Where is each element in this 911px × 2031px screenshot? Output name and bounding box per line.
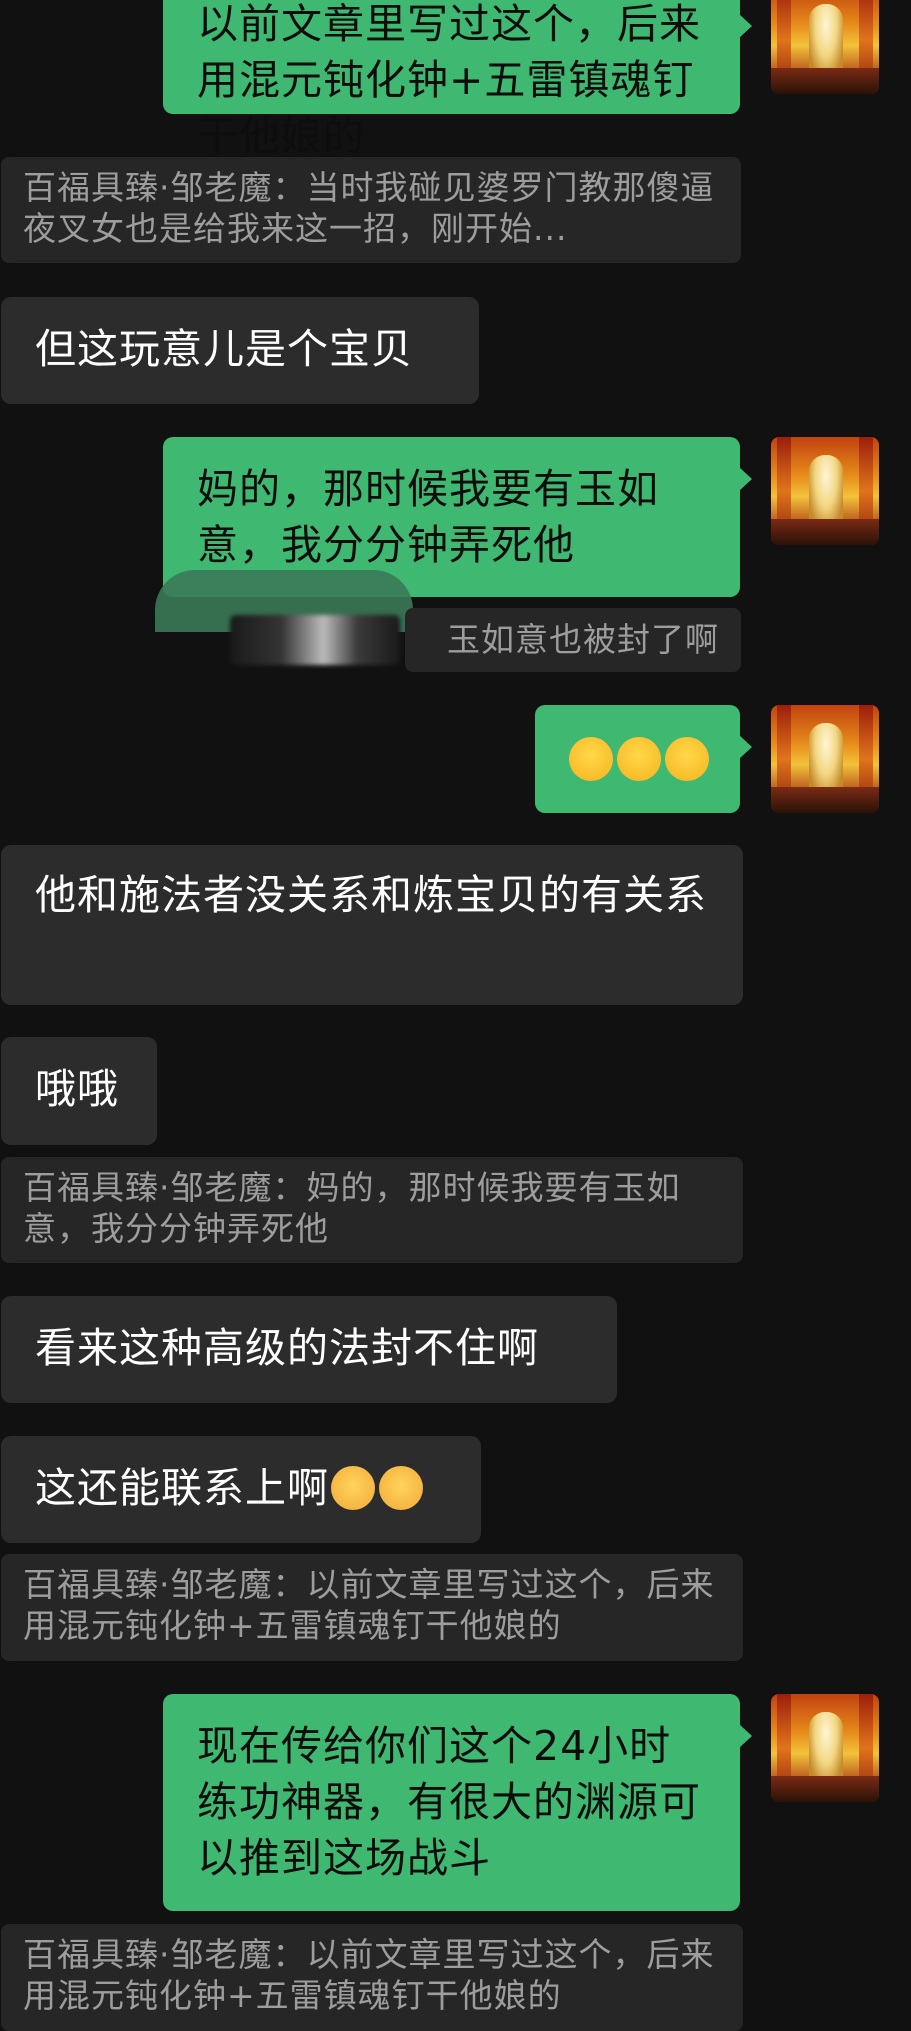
quoted-reply[interactable]: 百福具臻·邹老魔：当时我碰见婆罗门教那傻逼夜叉女也是给我来这一招，刚开始...	[1, 157, 741, 263]
message-bubble-incoming[interactable]: 看来这种高级的法封不住啊	[1, 1296, 617, 1403]
quoted-reply-text: 百福具臻·邹老魔：以前文章里写过这个，后来用混元钝化钟+五雷镇魂钉干他娘的	[23, 1565, 715, 1645]
message-text: 他和施法者没关系和炼宝贝的有关系	[35, 871, 707, 919]
flushed-face-icon	[331, 1466, 375, 1510]
quoted-reply[interactable]: 百福具臻·邹老魔：以前文章里写过这个，后来用混元钝化钟+五雷镇魂钉干他娘的	[1, 1924, 743, 2031]
message-bubble-incoming[interactable]: 但这玩意儿是个宝贝	[1, 297, 479, 404]
face-with-tears-of-joy-icon	[569, 737, 613, 781]
message-text: 妈的，那时候我要有玉如意，我分分钟弄死他	[197, 465, 659, 569]
quoted-reply[interactable]: 百福具臻·邹老魔：妈的，那时候我要有玉如意，我分分钟弄死他	[1, 1157, 743, 1263]
quoted-reply-text: 百福具臻·邹老魔：当时我碰见婆罗门教那傻逼夜叉女也是给我来这一招，刚开始...	[23, 168, 715, 248]
quoted-reply-text: 百福具臻·邹老魔：妈的，那时候我要有玉如意，我分分钟弄死他	[23, 1168, 681, 1248]
shrine-avatar-icon[interactable]	[771, 1694, 879, 1802]
quoted-reply[interactable]: 玉如意也被封了啊	[405, 608, 741, 672]
message-text: 以前文章里写过这个，后来用混元钝化钟+五雷镇魂钉干他娘的	[197, 0, 701, 160]
message-bubble-outgoing[interactable]: 现在传给你们这个24小时练功神器，有很大的渊源可以推到这场战斗	[163, 1694, 752, 1911]
message-text: 看来这种高级的法封不住啊	[35, 1324, 539, 1372]
message-text: 哦哦	[35, 1065, 119, 1113]
message-text: 这还能联系上啊	[35, 1464, 329, 1512]
message-text: 现在传给你们这个24小时练功神器，有很大的渊源可以推到这场战斗	[197, 1722, 701, 1882]
message-bubble-outgoing[interactable]	[535, 705, 752, 813]
flushed-face-icon	[379, 1466, 423, 1510]
shrine-avatar-icon[interactable]	[771, 0, 879, 94]
face-with-tears-of-joy-icon	[665, 737, 709, 781]
shrine-avatar-icon[interactable]	[771, 705, 879, 813]
quoted-reply-text: 百福具臻·邹老魔：以前文章里写过这个，后来用混元钝化钟+五雷镇魂钉干他娘的	[23, 1935, 715, 2015]
quoted-reply[interactable]: 百福具臻·邹老魔：以前文章里写过这个，后来用混元钝化钟+五雷镇魂钉干他娘的	[1, 1554, 743, 1661]
message-bubble-outgoing[interactable]: 以前文章里写过这个，后来用混元钝化钟+五雷镇魂钉干他娘的	[163, 0, 752, 160]
quoted-reply-text: 玉如意也被封了啊	[447, 620, 719, 659]
message-text: 但这玩意儿是个宝贝	[35, 325, 413, 373]
shrine-avatar-icon[interactable]	[771, 437, 879, 545]
redaction-blur	[230, 615, 400, 665]
message-bubble-incoming[interactable]: 他和施法者没关系和炼宝贝的有关系	[1, 845, 743, 1005]
message-bubble-incoming[interactable]: 这还能联系上啊	[1, 1436, 481, 1543]
message-bubble-incoming[interactable]: 哦哦	[1, 1037, 157, 1145]
face-with-tears-of-joy-icon	[617, 737, 661, 781]
